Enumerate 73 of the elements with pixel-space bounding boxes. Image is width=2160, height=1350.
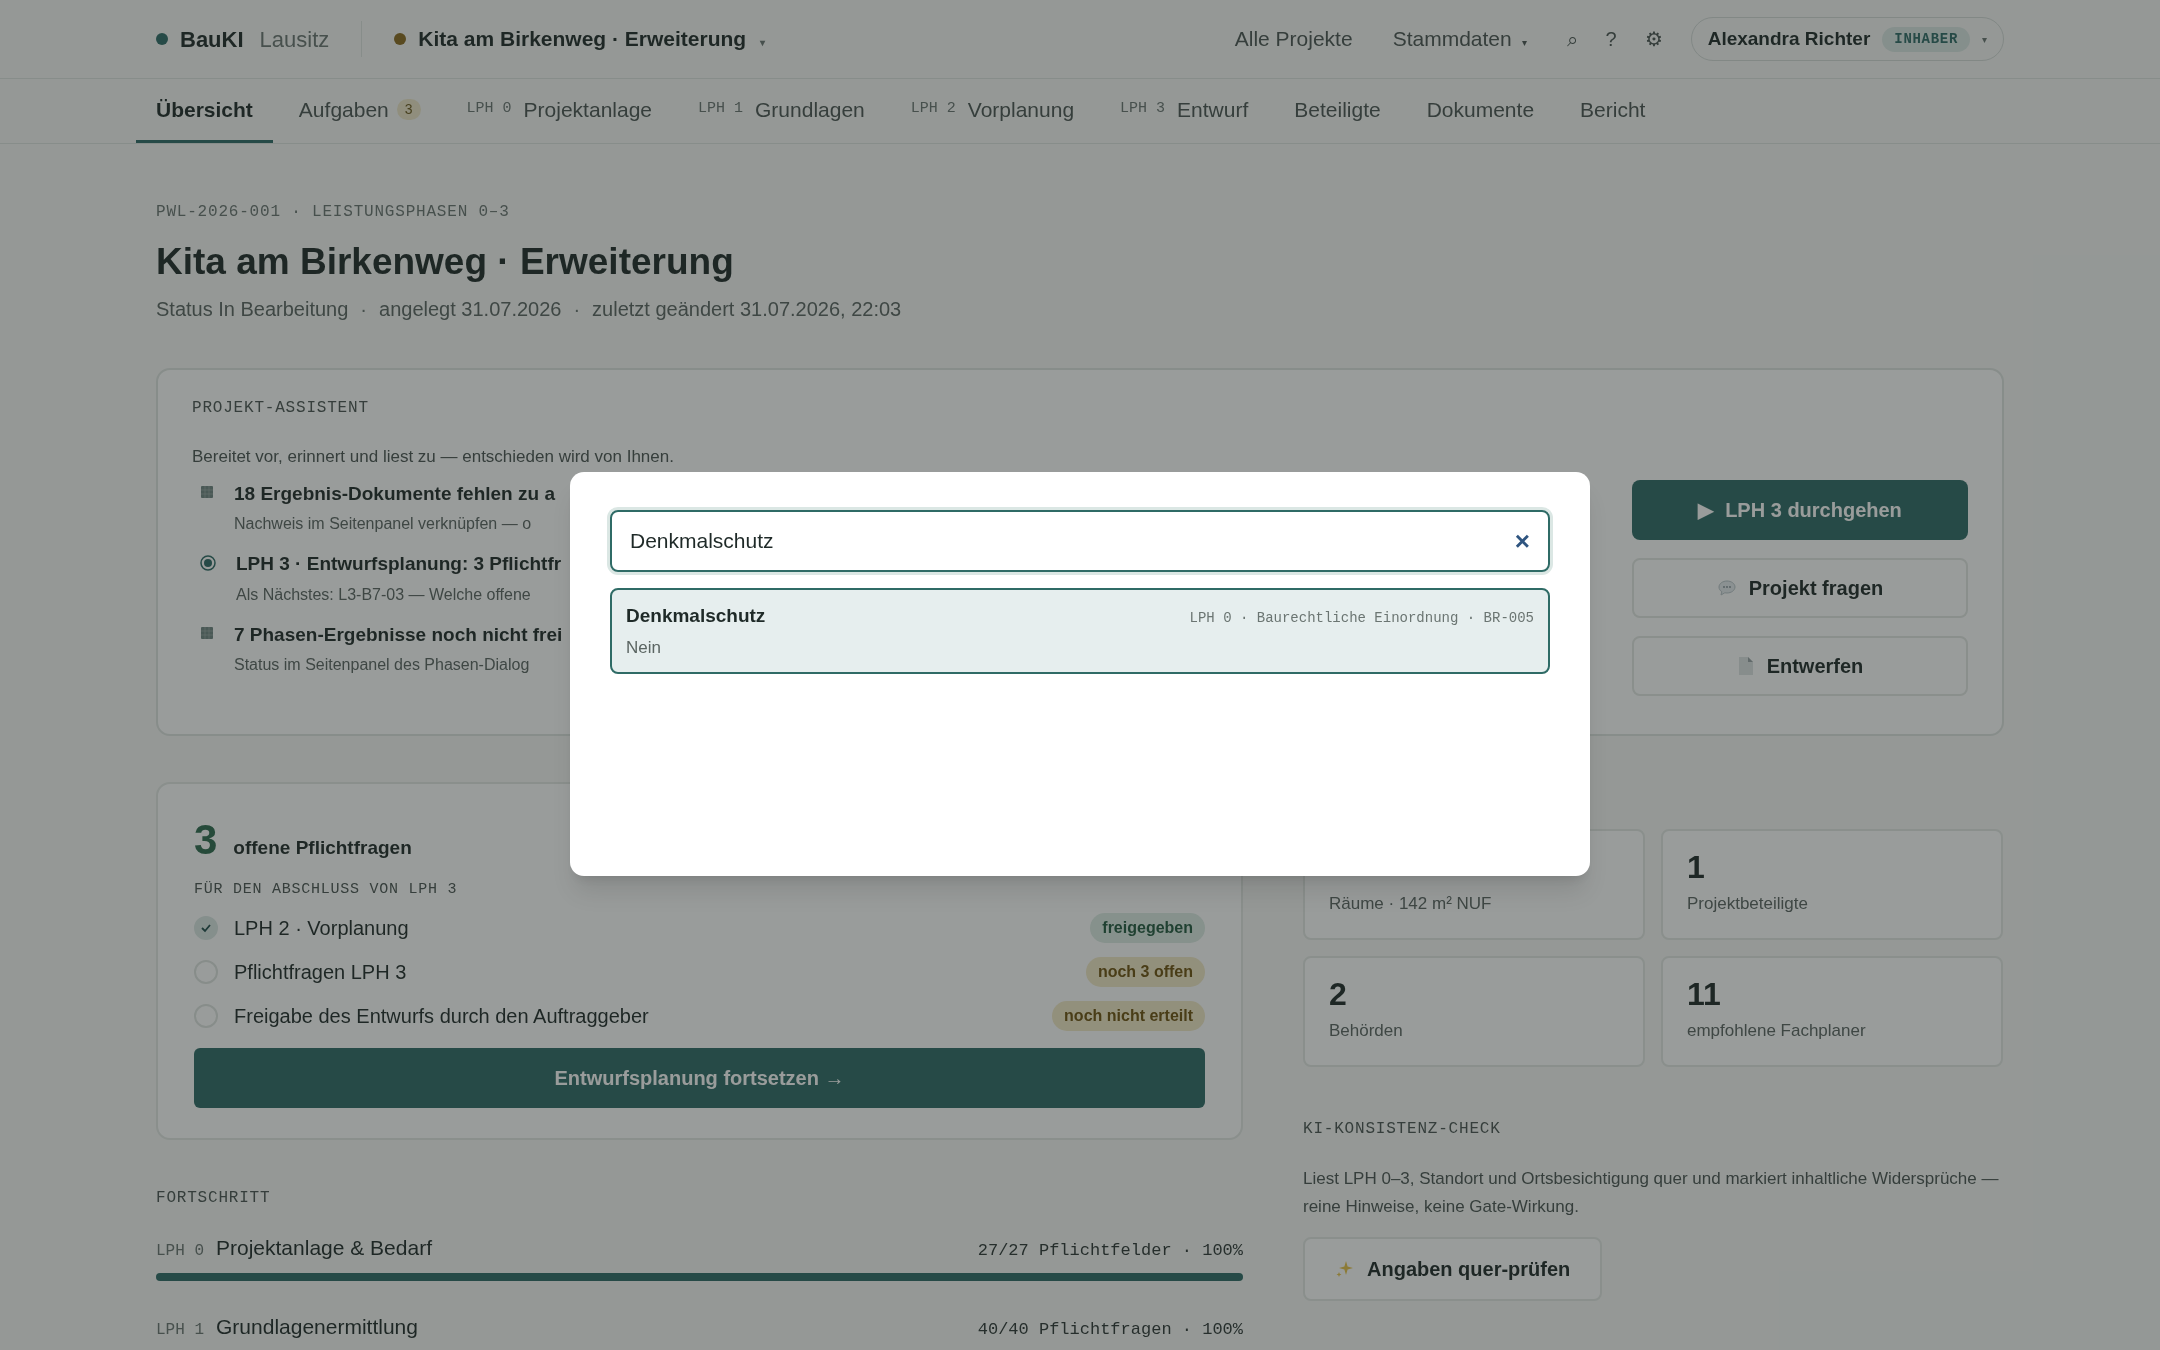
nav-tab[interactable]: LPH 0 Projektanlage bbox=[446, 79, 672, 143]
grid-icon bbox=[200, 484, 214, 499]
nav-tab[interactable]: LPH 3 Entwurf bbox=[1100, 79, 1269, 143]
stat-value: 11 bbox=[1687, 974, 1722, 1014]
separator-dot: · bbox=[360, 297, 368, 322]
hint-title: LPH 3 · Entwurfsplanung: 3 Pflichtfr bbox=[236, 552, 562, 576]
action-button[interactable]: Projekt fragen bbox=[1632, 558, 1968, 618]
radio-icon bbox=[200, 555, 216, 571]
grid-icon bbox=[200, 625, 214, 640]
hint-detail: Status im Seitenpanel des Phasen-Dialog bbox=[234, 655, 531, 675]
section-heading: FÜR DEN ABSCHLUSS VON LPH 3 bbox=[194, 880, 459, 900]
hint-detail: Nachweis im Seitenpanel verknüpfen — o bbox=[234, 514, 533, 534]
result-path: LPH 0 · Baurechtliche Einordnung · BR-005 bbox=[1189, 609, 1534, 628]
stat-label: Räume · 142 m² NUF bbox=[1329, 892, 1493, 915]
nav-tab[interactable]: Dokumente bbox=[1406, 79, 1555, 143]
project-code: PWL-2026-001 · LEISTUNGSPHASEN 0–3 bbox=[156, 202, 511, 223]
checklist-label: Pflichtfragen LPH 3 bbox=[234, 959, 408, 985]
brand-name: BauKI bbox=[180, 25, 244, 54]
stat-label: empfohlene Fachplaner bbox=[1687, 1019, 1867, 1042]
project-title: Kita am Birkenweg · Erweiterung bbox=[156, 240, 735, 284]
nav-tab[interactable]: Bericht bbox=[1560, 79, 1666, 143]
checklist-label: LPH 2 · Vorplanung bbox=[234, 915, 410, 941]
role-tag: INHABER bbox=[1882, 26, 1970, 52]
speech-bubble-icon bbox=[1716, 578, 1737, 598]
action-button[interactable]: ▶ LPH 3 durchgehen bbox=[1632, 480, 1968, 540]
hint-title: 7 Phasen-Ergebnisse noch nicht frei bbox=[234, 622, 563, 647]
open-count-label: offene Pflichtfragen bbox=[233, 836, 412, 860]
nav-dropdown[interactable]: Stammdaten ▾ bbox=[1392, 23, 1527, 55]
stat-value: 2 bbox=[1329, 974, 1348, 1014]
result-answer: Nein bbox=[626, 636, 662, 659]
meta-text: zuletzt geändert 31.07.2026, 22:03 bbox=[592, 297, 902, 322]
section-heading: FORTSCHRITT bbox=[156, 1187, 272, 1209]
section-heading: PROJEKT-ASSISTENT bbox=[192, 398, 370, 419]
open-count: 3 bbox=[194, 815, 218, 865]
search-field[interactable]: Denkmalschutz × bbox=[610, 510, 1550, 572]
phase-reading: 27/27 Pflichtfelder · 100% bbox=[977, 1239, 1243, 1262]
status-tag: noch nicht erteilt bbox=[1052, 1000, 1205, 1031]
status-tag: noch 3 offen bbox=[1085, 956, 1205, 987]
status-tag: freigegeben bbox=[1090, 912, 1205, 943]
phase-name: Projektanlage & Bedarf bbox=[216, 1234, 433, 1261]
search-result[interactable]: Denkmalschutz LPH 0 · Baurechtliche Einordnung · BR-005 Nein bbox=[610, 588, 1550, 674]
stat-value: 1 bbox=[1687, 847, 1706, 887]
continue-button[interactable]: Entwurfsplanung fortsetzen → bbox=[194, 1047, 1205, 1108]
nav-tab[interactable]: Beteiligte bbox=[1274, 79, 1401, 143]
hint-title: 18 Ergebnis-Dokumente fehlen zu a bbox=[234, 481, 555, 506]
section-heading: KI-KONSISTENZ-CHECK bbox=[1303, 1119, 1502, 1140]
hint-detail: Als Nächstes: L3-B7-03 — Welche offene bbox=[236, 584, 532, 605]
check-description: Liest LPH 0–3, Standort und Ortsbesichtigung quer und markiert inhaltliche Widersprüche — reine Hinweise, keine Gate-Wirkung. bbox=[1303, 1168, 2000, 1218]
separator-dot: · bbox=[573, 297, 581, 322]
assistant-intro: Bereitet vor, erinnert und liest zu — entschieden wird von Ihnen. bbox=[192, 446, 675, 468]
phase-name: Grundlagenermittlung bbox=[216, 1314, 419, 1340]
cross-check-button[interactable]: Angaben quer-prüfen bbox=[1303, 1237, 1603, 1301]
stat-label: Projektbeteiligte bbox=[1687, 892, 1809, 915]
checklist-label: Freigabe des Entwurfs durch den Auftraggeber bbox=[234, 1003, 650, 1029]
document-icon bbox=[1736, 656, 1755, 676]
stat-label: Behörden bbox=[1329, 1019, 1404, 1042]
nav-link[interactable]: Alle Projekte bbox=[1234, 23, 1353, 55]
nav-tab[interactable]: Aufgaben 3 bbox=[278, 79, 441, 143]
action-button[interactable]: Entwerfen bbox=[1632, 636, 1968, 696]
phase-code: LPH 1 bbox=[156, 1320, 204, 1341]
phase-code: LPH 0 bbox=[156, 1240, 204, 1262]
nav-tab[interactable]: LPH 1 Grundlagen bbox=[678, 79, 885, 143]
project-switcher[interactable]: Kita am Birkenweg · Erweiterung ▾ bbox=[418, 23, 766, 55]
nav-tab[interactable]: LPH 2 Vorplanung bbox=[890, 79, 1095, 143]
region-label: Lausitz bbox=[259, 25, 330, 54]
result-title: Denkmalschutz bbox=[626, 604, 767, 628]
phase-reading: 40/40 Pflichtfragen · 100% bbox=[977, 1319, 1243, 1341]
clear-button[interactable]: × bbox=[1514, 528, 1530, 554]
checkbox[interactable] bbox=[194, 915, 218, 940]
meta-text: angelegt 31.07.2026 bbox=[379, 297, 562, 322]
nav-tab[interactable]: Übersicht bbox=[136, 79, 273, 143]
count-badge: 3 bbox=[396, 99, 421, 120]
meta-text: Status In Bearbeitung bbox=[156, 297, 349, 322]
